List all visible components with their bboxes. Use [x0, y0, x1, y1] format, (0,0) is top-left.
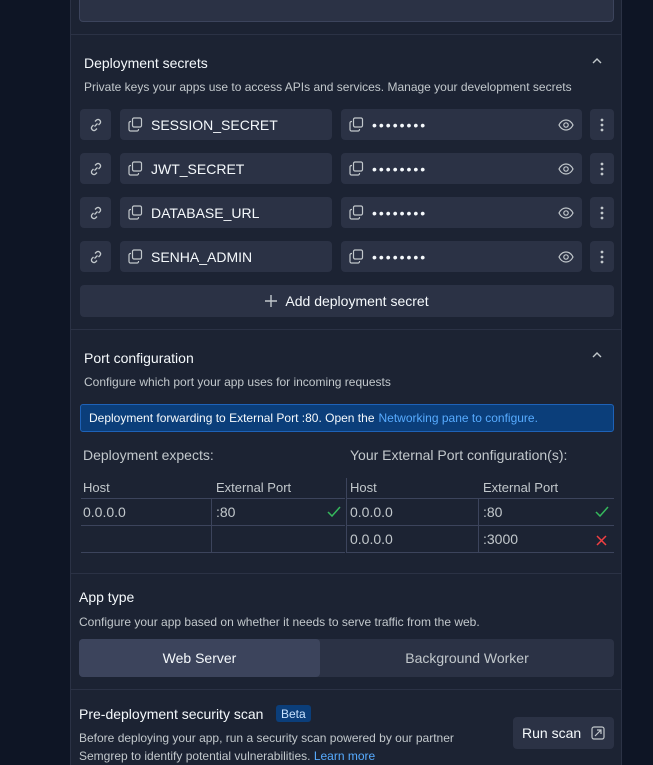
copy-icon[interactable]	[349, 117, 364, 132]
secret-key-field[interactable]: SESSION_SECRET	[120, 109, 332, 140]
link-icon	[88, 161, 104, 177]
eye-icon[interactable]	[558, 161, 574, 177]
copy-icon[interactable]	[349, 161, 364, 176]
eye-icon[interactable]	[558, 249, 574, 265]
copy-icon[interactable]	[349, 249, 364, 264]
more-vertical-icon	[600, 118, 604, 132]
secrets-title: Deployment secrets	[84, 55, 208, 71]
secret-value-field[interactable]: ••••••••	[341, 241, 582, 272]
deployment-settings-panel: Deployment secrets Private keys your app…	[70, 0, 622, 765]
table-divider	[81, 552, 345, 553]
add-deployment-secret-label: Add deployment secret	[285, 293, 429, 309]
run-scan-button[interactable]: Run scan	[513, 717, 614, 749]
external-row-host: 0.0.0.0	[350, 531, 393, 547]
forwarding-info-banner: Deployment forwarding to External Port :…	[80, 404, 614, 432]
external-col-host: Host	[350, 480, 377, 495]
link-icon	[88, 117, 104, 133]
secrets-subtitle: Private keys your apps use to access API…	[84, 80, 572, 94]
table-divider	[347, 525, 614, 526]
scan-desc-line2-wrap: Semgrep to identify potential vulnerabil…	[79, 749, 375, 763]
learn-more-link[interactable]: Learn more	[314, 749, 375, 763]
secret-key-field[interactable]: JWT_SECRET	[120, 153, 332, 184]
deployment-expects-label: Deployment expects:	[83, 447, 214, 463]
more-vertical-icon	[600, 162, 604, 176]
secret-more-button[interactable]	[590, 241, 614, 272]
section-divider	[71, 329, 621, 330]
add-deployment-secret-button[interactable]: Add deployment secret	[80, 285, 614, 317]
external-row-host: 0.0.0.0	[350, 504, 393, 520]
secret-key-text: SESSION_SECRET	[151, 116, 278, 133]
ports-subtitle: Configure which port your app uses for i…	[84, 375, 391, 389]
copy-icon[interactable]	[128, 205, 143, 220]
secret-key-field[interactable]: DATABASE_URL	[120, 197, 332, 228]
secret-key-text: JWT_SECRET	[151, 160, 245, 177]
section-divider	[71, 689, 621, 690]
secret-link-button[interactable]	[80, 153, 111, 184]
external-config-label: Your External Port configuration(s):	[350, 447, 568, 463]
link-icon	[88, 249, 104, 265]
expects-row-host: 0.0.0.0	[83, 504, 126, 520]
networking-pane-link[interactable]: Networking pane to configure.	[379, 411, 538, 425]
background-worker-option[interactable]: Background Worker	[320, 639, 614, 677]
more-vertical-icon	[600, 250, 604, 264]
collapse-ports-chevron-up-icon[interactable]	[590, 348, 604, 362]
more-vertical-icon	[600, 206, 604, 220]
run-scan-label: Run scan	[522, 725, 582, 741]
table-divider	[347, 552, 614, 553]
beta-badge: Beta	[276, 705, 311, 722]
section-divider	[71, 34, 621, 35]
external-col-external: External Port	[483, 480, 559, 495]
secret-value-field[interactable]: ••••••••	[341, 153, 582, 184]
table-divider	[346, 478, 347, 553]
secret-link-button[interactable]	[80, 109, 111, 140]
banner-text: Deployment forwarding to External Port :…	[89, 411, 375, 425]
secret-value-masked: ••••••••	[372, 160, 428, 177]
table-divider	[81, 525, 345, 526]
scan-desc-line1: Before deploying your app, run a securit…	[79, 731, 454, 745]
secret-key-field[interactable]: SENHA_ADMIN	[120, 241, 332, 272]
table-divider	[347, 498, 614, 499]
secret-value-masked: ••••••••	[372, 116, 428, 133]
secret-more-button[interactable]	[590, 109, 614, 140]
external-row-port: :80	[483, 504, 503, 520]
external-row-port: :3000	[483, 531, 519, 547]
section-divider	[71, 573, 621, 574]
check-icon	[327, 505, 341, 523]
expects-col-host: Host	[83, 480, 110, 495]
app-type-subtitle: Configure your app based on whether it n…	[79, 615, 480, 629]
table-divider	[81, 498, 345, 499]
scan-title: Pre-deployment security scan	[79, 706, 264, 722]
secret-more-button[interactable]	[590, 197, 614, 228]
ports-title: Port configuration	[84, 350, 194, 366]
previous-section-box	[79, 0, 614, 22]
scan-desc-line2: Semgrep to identify potential vulnerabil…	[79, 749, 311, 763]
external-arrow-icon	[591, 726, 605, 740]
copy-icon[interactable]	[349, 205, 364, 220]
secret-value-masked: ••••••••	[372, 248, 428, 265]
secret-more-button[interactable]	[590, 153, 614, 184]
link-icon	[88, 205, 104, 221]
x-error-icon	[596, 533, 607, 551]
secret-link-button[interactable]	[80, 241, 111, 272]
app-type-segmented-control: Web Server Background Worker	[79, 639, 614, 677]
eye-icon[interactable]	[558, 205, 574, 221]
collapse-secrets-chevron-up-icon[interactable]	[590, 54, 604, 68]
expects-col-external: External Port	[216, 480, 292, 495]
copy-icon[interactable]	[128, 117, 143, 132]
check-icon	[595, 505, 609, 523]
secret-key-text: DATABASE_URL	[151, 204, 260, 221]
secret-key-text: SENHA_ADMIN	[151, 248, 253, 265]
secret-value-field[interactable]: ••••••••	[341, 197, 582, 228]
secret-value-masked: ••••••••	[372, 204, 428, 221]
secret-link-button[interactable]	[80, 197, 111, 228]
plus-icon	[265, 295, 278, 307]
app-type-title: App type	[79, 589, 135, 605]
expects-row-port: :80	[216, 504, 236, 520]
eye-icon[interactable]	[558, 117, 574, 133]
copy-icon[interactable]	[128, 161, 143, 176]
secret-value-field[interactable]: ••••••••	[341, 109, 582, 140]
copy-icon[interactable]	[128, 249, 143, 264]
web-server-option[interactable]: Web Server	[79, 639, 320, 677]
